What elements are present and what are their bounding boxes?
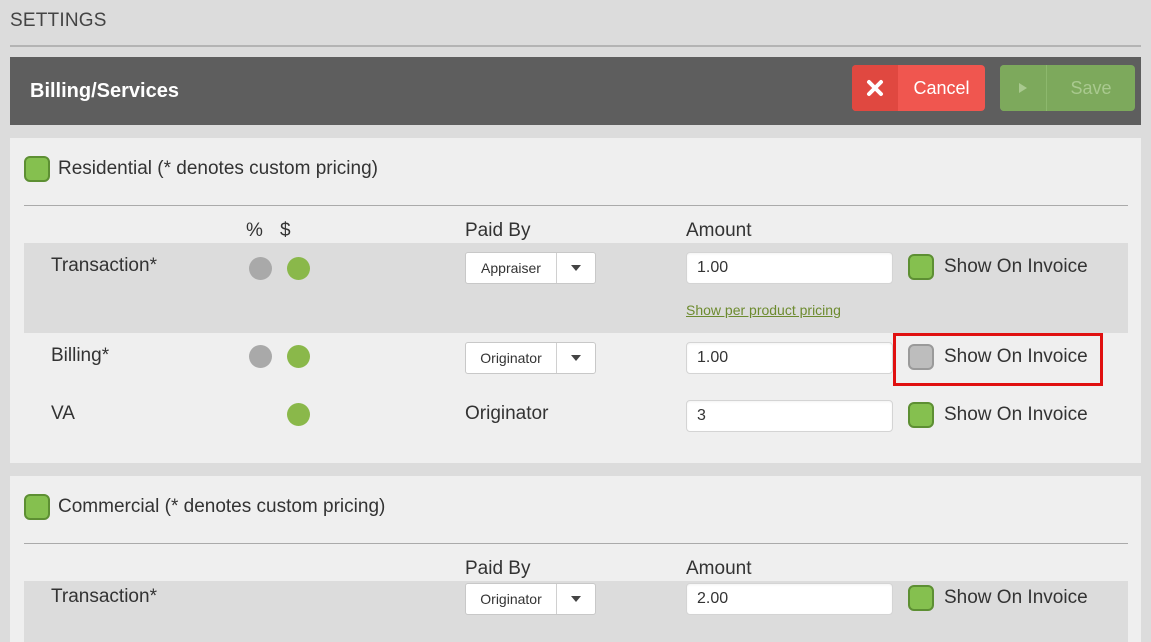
commercial-checkbox[interactable] [24, 494, 50, 520]
settings-bar: SETTINGS [0, 0, 1151, 47]
percent-radio[interactable] [249, 345, 272, 368]
show-on-invoice-label: Show On Invoice [944, 587, 1088, 608]
chevron-down-icon [557, 253, 595, 283]
page-title: Billing/Services [30, 80, 179, 102]
close-icon [852, 65, 898, 111]
paid-by-column-header: Paid By [465, 558, 531, 579]
paid-by-value: Originator [466, 343, 557, 373]
residential-checkbox[interactable] [24, 156, 50, 182]
residential-title: Residential (* denotes custom pricing) [58, 158, 378, 179]
show-per-product-pricing-link[interactable]: Show per product pricing [686, 302, 841, 318]
show-on-invoice-label: Show On Invoice [944, 404, 1088, 425]
play-icon [1000, 65, 1047, 111]
save-button[interactable]: Save [1000, 65, 1135, 111]
residential-section-header: Residential (* denotes custom pricing) [24, 154, 378, 184]
commercial-title: Commercial (* denotes custom pricing) [58, 496, 386, 517]
show-on-invoice-checkbox[interactable] [908, 254, 934, 280]
chevron-down-icon [557, 584, 595, 614]
settings-title: SETTINGS [10, 10, 107, 31]
residential-divider [24, 205, 1128, 206]
show-on-invoice-checkbox[interactable] [908, 402, 934, 428]
amount-column-header: Amount [686, 220, 752, 241]
row-label-transaction: Transaction* [51, 255, 157, 276]
show-on-invoice-checkbox[interactable] [908, 585, 934, 611]
amount-input[interactable]: 1.00 [686, 342, 893, 374]
dollar-column-header: $ [280, 220, 291, 241]
cancel-button[interactable]: Cancel [852, 65, 985, 111]
dollar-radio[interactable] [287, 403, 310, 426]
dollar-radio[interactable] [287, 257, 310, 280]
chevron-down-icon [557, 343, 595, 373]
highlight-box [893, 333, 1103, 386]
paid-by-value: Originator [465, 403, 549, 424]
amount-column-header: Amount [686, 558, 752, 579]
paid-by-select[interactable]: Originator [465, 583, 596, 615]
cancel-button-label: Cancel [913, 77, 970, 98]
percent-radio[interactable] [249, 257, 272, 280]
save-button-label: Save [1070, 77, 1112, 98]
paid-by-value: Appraiser [466, 253, 557, 283]
show-on-invoice[interactable]: Show On Invoice [908, 585, 1088, 611]
percent-column-header: % [246, 220, 263, 241]
amount-input[interactable]: 1.00 [686, 252, 893, 284]
paid-by-select[interactable]: Appraiser [465, 252, 596, 284]
show-on-invoice-label: Show On Invoice [944, 256, 1088, 277]
dollar-radio[interactable] [287, 345, 310, 368]
commercial-section-header: Commercial (* denotes custom pricing) [24, 492, 385, 522]
paid-by-select[interactable]: Originator [465, 342, 596, 374]
row-label-billing: Billing* [51, 345, 110, 366]
show-on-invoice[interactable]: Show On Invoice [908, 402, 1088, 428]
row-label-va: VA [51, 403, 75, 424]
commercial-divider [24, 543, 1128, 544]
paid-by-value: Originator [466, 584, 557, 614]
show-on-invoice[interactable]: Show On Invoice [908, 254, 1088, 280]
commercial-panel: Commercial (* denotes custom pricing) Pa… [10, 476, 1141, 642]
amount-input[interactable]: 2.00 [686, 583, 893, 615]
amount-input[interactable]: 3 [686, 400, 893, 432]
paid-by-column-header: Paid By [465, 220, 531, 241]
residential-panel: Residential (* denotes custom pricing) %… [10, 138, 1141, 463]
row-label-transaction: Transaction* [51, 586, 157, 607]
billing-services-header: Billing/Services Cancel Save [10, 57, 1141, 125]
settings-divider [10, 45, 1141, 47]
